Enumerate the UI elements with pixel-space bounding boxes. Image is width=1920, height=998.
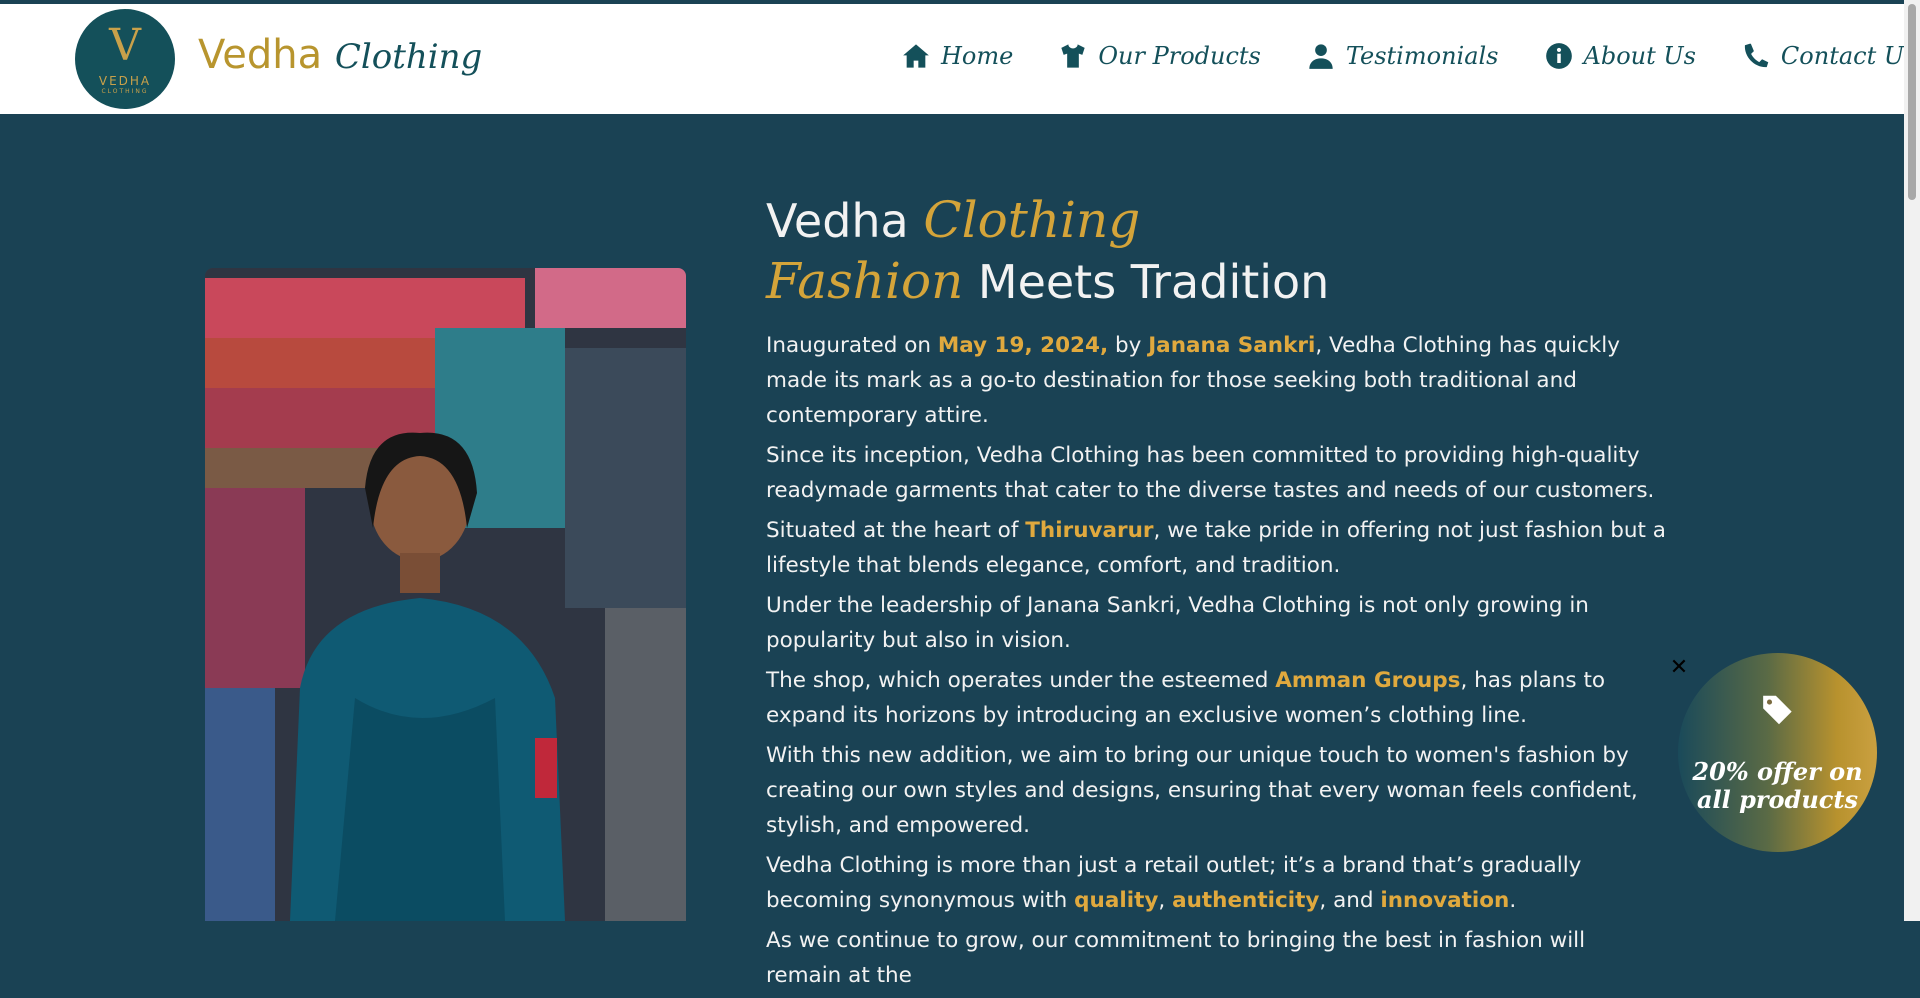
nav-home[interactable]: Home [902, 42, 1013, 70]
phone-icon [1744, 43, 1769, 68]
scrollbar-thumb[interactable] [1908, 4, 1916, 200]
nav-contact-us[interactable]: Contact Us [1742, 42, 1916, 70]
p7-end: . [1509, 888, 1517, 913]
founder-photo [205, 268, 686, 921]
hero-subtitle-script: Fashion [766, 252, 964, 310]
nav-about-us[interactable]: About Us [1545, 42, 1696, 70]
p1-date: May 19, 2024, [937, 333, 1109, 358]
paragraph-commitment: As we continue to grow, our commitment t… [766, 928, 1586, 988]
nav-testimonials-label: Testimonials [1345, 42, 1499, 70]
user-icon [1309, 44, 1333, 69]
p1-text-a: Inaugurated on [766, 333, 938, 358]
offer-badge[interactable]: 20% offer on all products [1678, 653, 1877, 852]
brand-name[interactable]: Vedha Clothing [198, 32, 482, 78]
offer-close-button[interactable]: ✕ [1668, 657, 1690, 679]
paragraph-inception: Since its inception, Vedha Clothing has … [766, 443, 1655, 503]
logo-subtext: CLOTHING [101, 87, 149, 95]
paragraph-brand: Vedha Clothing is more than just a retai… [766, 848, 1666, 918]
p7-authenticity: authenticity [1172, 888, 1320, 913]
site-header: V VEDHA CLOTHING Vedha Clothing Home Our… [0, 4, 1916, 114]
page-scrollbar[interactable] [1904, 0, 1920, 921]
p7-sep2: , and [1319, 888, 1381, 913]
founder-photo-illustration [205, 268, 686, 921]
shirt-icon [1061, 44, 1086, 68]
brand-logo[interactable]: V VEDHA CLOTHING [75, 9, 175, 109]
p3-place: Thiruvarur [1025, 518, 1154, 543]
p7-quality: quality [1074, 888, 1159, 913]
p5-text-a: The shop, which operates under the estee… [766, 668, 1276, 693]
logo-text: VEDHA [98, 73, 152, 88]
p1-name: Janana Sankri [1148, 333, 1316, 358]
paragraph-expansion: The shop, which operates under the estee… [766, 663, 1666, 733]
main-nav: Home Our Products Testimonials About Us … [902, 42, 1916, 70]
hero-title-line2: Fashion Meets Tradition [766, 251, 1666, 312]
p7-innovation: innovation [1380, 888, 1510, 913]
nav-contact-us-label: Contact Us [1780, 42, 1917, 70]
hero-title-script: Clothing [923, 191, 1141, 249]
home-icon [903, 44, 929, 68]
about-content: Vedha Clothing Fashion Meets Tradition I… [766, 190, 1666, 998]
nav-testimonials[interactable]: Testimonials [1307, 42, 1499, 70]
hero-subtitle-plain: Meets Tradition [963, 255, 1330, 309]
p7-sep1: , [1158, 888, 1173, 913]
p3-text-a: Situated at the heart of [766, 518, 1026, 543]
hero-title-line1: Vedha Clothing [766, 190, 1666, 251]
p1-text-b: by [1108, 333, 1149, 358]
tags-icon [1763, 695, 1792, 725]
paragraph-location: Situated at the heart of Thiruvarur, we … [766, 513, 1666, 583]
nav-about-us-label: About Us [1583, 42, 1696, 70]
brand-name-script: Clothing [334, 37, 483, 77]
info-icon [1545, 43, 1572, 69]
nav-home-label: Home [941, 42, 1014, 70]
nav-our-products-label: Our Products [1098, 42, 1261, 70]
offer-text-line1: 20% offer on [1692, 757, 1863, 786]
paragraph-womens-line: With this new addition, we aim to bring … [766, 743, 1638, 838]
p5-group: Amman Groups [1275, 668, 1461, 693]
brand-name-main: Vedha [198, 32, 323, 78]
paragraph-leadership: Under the leadership of Janana Sankri, V… [766, 593, 1589, 653]
paragraph-inauguration: Inaugurated on May 19, 2024, by Janana S… [766, 328, 1666, 433]
hero-title-plain: Vedha [766, 194, 924, 248]
offer-text: 20% offer on all products [1678, 758, 1877, 814]
nav-our-products[interactable]: Our Products [1059, 42, 1261, 70]
about-paragraphs: Inaugurated on May 19, 2024, by Janana S… [766, 328, 1666, 993]
logo-monogram: V [109, 19, 141, 71]
offer-text-line2: all products [1696, 785, 1858, 814]
